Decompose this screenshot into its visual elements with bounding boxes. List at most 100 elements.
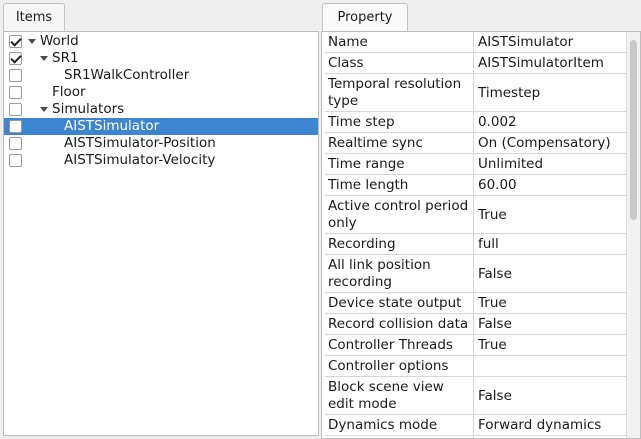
property-name-text: Time length xyxy=(328,177,409,193)
property-value[interactable] xyxy=(474,356,627,376)
property-value-text: AISTSimulatorItem xyxy=(478,55,604,71)
tree-item[interactable]: Simulators xyxy=(4,101,318,118)
property-row[interactable]: Dynamics mode Forward dynamics xyxy=(325,415,627,436)
property-row[interactable]: Temporal resolution type Timestep xyxy=(325,74,627,112)
property-name-text: Name xyxy=(328,34,368,50)
property-row[interactable]: Controller Threads True xyxy=(325,335,627,356)
tree-item[interactable]: AISTSimulator xyxy=(4,118,318,135)
tree-item-label: Floor xyxy=(52,84,86,100)
tree-item-label: World xyxy=(40,33,79,49)
property-name-text: Realtime sync xyxy=(328,135,423,151)
tree-item[interactable]: AISTSimulator-Position xyxy=(4,135,318,152)
item-tree[interactable]: World SR1 SR1WalkController Floor Simulators… xyxy=(3,31,319,436)
tree-item-checkbox[interactable] xyxy=(9,52,22,65)
expand-arrow-icon[interactable] xyxy=(40,56,48,61)
tree-item-label: AISTSimulator-Position xyxy=(64,135,216,151)
property-row[interactable]: Record collision data False xyxy=(325,314,627,335)
property-row[interactable]: Controller options xyxy=(325,356,627,377)
tab-property[interactable]: Property xyxy=(322,3,408,32)
tree-item-label: Simulators xyxy=(52,101,125,117)
property-name-text: Temporal resolution type xyxy=(328,76,462,109)
tree-item-label: AISTSimulator xyxy=(64,118,160,134)
scrollbar-thumb[interactable] xyxy=(630,40,637,220)
property-value[interactable]: 60.00 xyxy=(474,175,627,195)
property-value-text: True xyxy=(478,206,507,223)
property-name: Time step xyxy=(325,112,474,132)
property-value-text: False xyxy=(478,387,512,404)
vertical-scrollbar[interactable] xyxy=(626,32,640,438)
property-name-text: Record collision data xyxy=(328,316,469,332)
property-row[interactable]: Device state output True xyxy=(325,293,627,314)
property-name: Temporal resolution type xyxy=(325,74,474,111)
tree-item-checkbox[interactable] xyxy=(9,86,22,99)
tree-item-checkbox[interactable] xyxy=(9,120,22,133)
property-name: Active control period only xyxy=(325,196,474,233)
property-table-frame: Name AISTSimulator Class AISTSimulatorItem T… xyxy=(321,31,641,439)
tree-item-checkbox[interactable] xyxy=(9,154,22,167)
expand-arrow-icon[interactable] xyxy=(28,39,36,44)
property-name: Realtime sync xyxy=(325,133,474,153)
tree-item-checkbox[interactable] xyxy=(9,69,22,82)
property-row[interactable]: Realtime sync On (Compensatory) xyxy=(325,133,627,154)
tree-item-checkbox[interactable] xyxy=(9,103,22,116)
property-name-text: All link position recording xyxy=(328,257,431,290)
tree-item[interactable]: Floor xyxy=(4,84,318,101)
property-value-text: True xyxy=(478,295,507,311)
property-row[interactable]: Time length 60.00 xyxy=(325,175,627,196)
property-value[interactable]: Forward dynamics xyxy=(474,415,627,435)
property-name: Record collision data xyxy=(325,314,474,334)
property-value[interactable]: False xyxy=(474,314,627,334)
property-value-text: True xyxy=(478,337,507,353)
property-name-text: Recording xyxy=(328,236,396,252)
property-name-text: Dynamics mode xyxy=(328,417,438,433)
property-value[interactable]: 0.002 xyxy=(474,112,627,132)
property-value-text: 0.002 xyxy=(478,114,517,130)
property-value[interactable]: True xyxy=(474,196,627,233)
tab-items[interactable]: Items xyxy=(3,3,65,32)
property-name: Recording xyxy=(325,234,474,254)
tree-item[interactable]: AISTSimulator-Velocity xyxy=(4,152,318,169)
tree-item-label: AISTSimulator-Velocity xyxy=(64,152,216,168)
tree-item-checkbox[interactable] xyxy=(9,137,22,150)
property-name: Name xyxy=(325,32,474,52)
property-value[interactable]: Timestep xyxy=(474,74,627,111)
property-value-text: Timestep xyxy=(478,84,541,101)
property-name-text: Class xyxy=(328,55,364,71)
property-value-text: Forward dynamics xyxy=(478,417,602,433)
property-name: All link position recording xyxy=(325,255,474,292)
property-value-text: Unlimited xyxy=(478,156,544,172)
property-value[interactable]: On (Compensatory) xyxy=(474,133,627,153)
property-row[interactable]: Time step 0.002 xyxy=(325,112,627,133)
tree-item-label: SR1 xyxy=(52,50,79,66)
property-value[interactable]: True xyxy=(474,335,627,355)
property-panel: Property Name AISTSimulator Class AISTSimul… xyxy=(321,0,641,439)
property-name: Controller Threads xyxy=(325,335,474,355)
property-row[interactable]: Block scene view edit mode False xyxy=(325,377,627,415)
property-row[interactable]: Class AISTSimulatorItem xyxy=(325,53,627,74)
property-value-text: False xyxy=(478,265,512,282)
tree-item-checkbox[interactable] xyxy=(9,35,22,48)
tree-item[interactable]: SR1WalkController xyxy=(4,67,318,84)
expand-arrow-icon[interactable] xyxy=(40,107,48,112)
property-row[interactable]: Time range Unlimited xyxy=(325,154,627,175)
tree-item[interactable]: SR1 xyxy=(4,50,318,67)
property-name: Controller options xyxy=(325,356,474,376)
property-name-text: Time step xyxy=(328,114,395,130)
property-value[interactable]: AISTSimulatorItem xyxy=(474,53,627,73)
property-value-text: On (Compensatory) xyxy=(478,135,611,151)
property-value[interactable]: full xyxy=(474,234,627,254)
property-name-text: Active control period only xyxy=(328,198,469,231)
property-value[interactable]: Unlimited xyxy=(474,154,627,174)
property-name: Time length xyxy=(325,175,474,195)
property-value[interactable]: AISTSimulator xyxy=(474,32,627,52)
property-value-text: 60.00 xyxy=(478,177,517,193)
tree-item[interactable]: World xyxy=(4,33,318,50)
property-row[interactable]: Recording full xyxy=(325,234,627,255)
property-row[interactable]: All link position recording False xyxy=(325,255,627,293)
property-value[interactable]: True xyxy=(474,293,627,313)
property-value[interactable]: False xyxy=(474,377,627,414)
property-value[interactable]: False xyxy=(474,255,627,292)
property-row[interactable]: Active control period only True xyxy=(325,196,627,234)
property-row[interactable]: Name AISTSimulator xyxy=(325,32,627,53)
property-name: Class xyxy=(325,53,474,73)
